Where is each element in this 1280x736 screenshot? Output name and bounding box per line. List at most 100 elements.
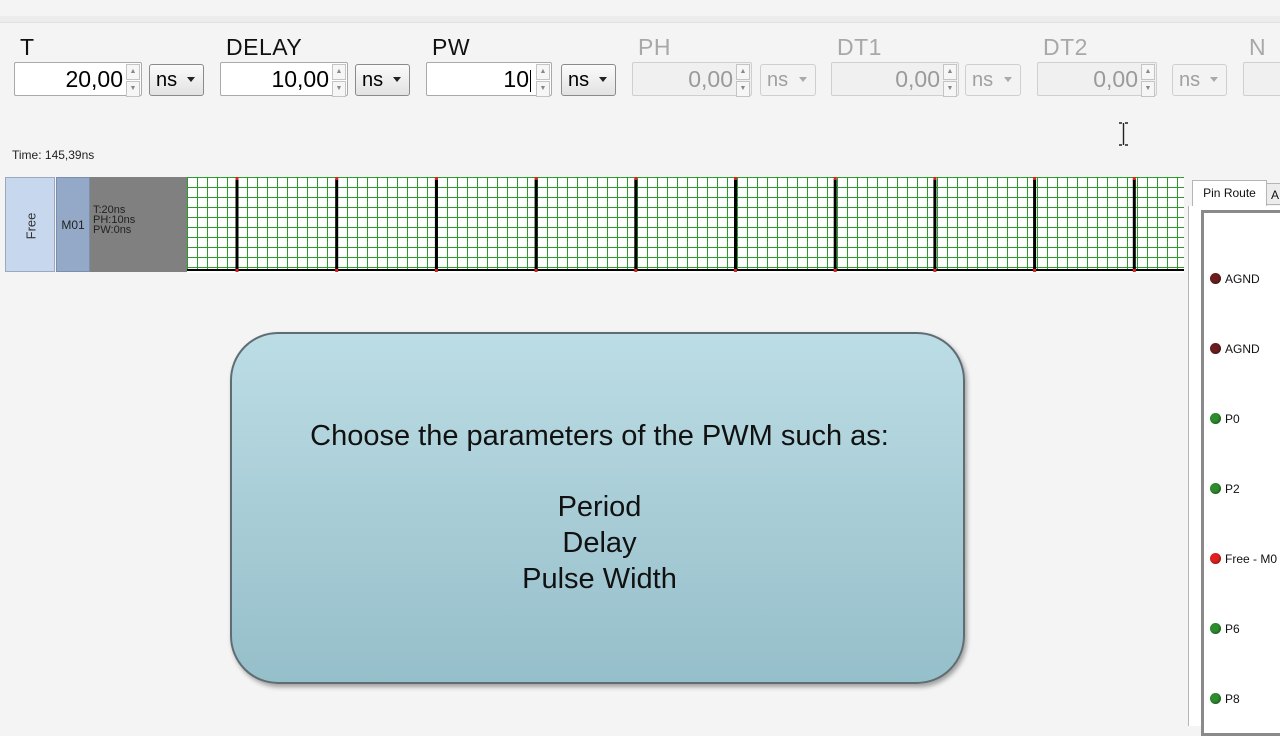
param-delay-spinbox[interactable]: 10,00 ▲ ▼ xyxy=(220,62,348,97)
param-dt2-label: DT2 xyxy=(1043,34,1088,60)
waveform-pulse-marker xyxy=(235,177,239,180)
waveform-pulse-marker xyxy=(534,269,538,272)
pin-dot-icon xyxy=(1210,343,1221,355)
param-delay-unit-select[interactable]: ns xyxy=(355,64,410,96)
param-ph: PH 0,00 ▲ ▼ ns xyxy=(632,30,832,104)
waveform-pulse-marker xyxy=(634,177,638,180)
pin-label: P2 xyxy=(1225,481,1240,496)
spin-down-icon[interactable]: ▼ xyxy=(536,81,550,97)
spin-up-icon: ▲ xyxy=(943,64,957,80)
param-ph-spinbox: 0,00 ▲ ▼ xyxy=(632,62,752,97)
param-pw-value-wrap[interactable]: 10 xyxy=(503,63,531,95)
param-t: T 20,00 ▲ ▼ ns xyxy=(14,30,214,104)
pin-label: AGND xyxy=(1225,271,1260,286)
param-ph-label: PH xyxy=(638,34,671,60)
waveform-grid[interactable] xyxy=(187,177,1184,273)
param-t-spin-arrows[interactable]: ▲ ▼ xyxy=(126,64,140,97)
waveform-pulse-marker xyxy=(335,177,339,180)
param-pw-unit: ns xyxy=(568,69,590,91)
spin-up-icon[interactable]: ▲ xyxy=(536,64,550,80)
param-t-label: T xyxy=(20,34,35,60)
pin-item[interactable]: P2 xyxy=(1210,481,1240,497)
waveform-pulse-marker xyxy=(734,269,737,272)
chevron-down-icon xyxy=(1004,77,1012,82)
side-panel: Pin Route A AGND AGND P0 P2 Free - M0 P6… xyxy=(1188,176,1280,736)
waveform-pulse-marker xyxy=(933,269,937,272)
tab-pin-route[interactable]: Pin Route xyxy=(1192,180,1267,207)
timeline-free-block[interactable]: Free xyxy=(5,177,55,272)
pin-dot-icon xyxy=(1210,623,1221,635)
param-dt1-spin-arrows: ▲ ▼ xyxy=(943,64,957,97)
spin-up-icon[interactable]: ▲ xyxy=(126,64,140,80)
param-dt2-spinbox: 0,00 ▲ ▼ xyxy=(1037,62,1157,97)
waveform-pulse-marker xyxy=(1033,269,1037,272)
time-readout: Time: 145,39ns xyxy=(12,148,95,162)
param-ph-unit: ns xyxy=(767,69,789,91)
timeline-free-label: Free xyxy=(23,212,39,240)
spin-down-icon[interactable]: ▼ xyxy=(126,81,140,97)
param-delay-spin-arrows[interactable]: ▲ ▼ xyxy=(332,64,346,97)
waveform-pulse-marker xyxy=(1132,177,1136,180)
waveform-pulse-marker xyxy=(734,177,737,180)
waveform-pulse-marker xyxy=(1132,269,1136,272)
param-dt1-label: DT1 xyxy=(837,34,882,60)
param-dt1: DT1 0,00 ▲ ▼ ns xyxy=(831,30,1031,104)
param-t-value[interactable]: 20,00 xyxy=(65,63,123,95)
param-pw-unit-select[interactable]: ns xyxy=(561,64,616,96)
timeline-info-block[interactable]: T:20ns PH:10ns PW:0ns xyxy=(90,177,187,272)
pin-item[interactable]: P0 xyxy=(1210,411,1240,427)
pin-item[interactable]: P6 xyxy=(1210,621,1240,637)
param-pw-spinbox[interactable]: 10 ▲ ▼ xyxy=(426,62,552,97)
spin-down-icon[interactable]: ▼ xyxy=(332,81,346,97)
waveform-pulse-marker xyxy=(434,177,438,180)
param-dt2-value: 0,00 xyxy=(1093,66,1138,92)
spin-up-icon: ▲ xyxy=(736,64,750,80)
chevron-down-icon xyxy=(393,77,401,82)
timeline-module-label: M01 xyxy=(61,218,85,232)
param-pw-value[interactable]: 10 xyxy=(503,66,529,92)
pin-label: P6 xyxy=(1225,621,1240,636)
param-t-spinbox[interactable]: 20,00 ▲ ▼ xyxy=(14,62,142,97)
param-ph-unit-select: ns xyxy=(760,64,816,96)
param-delay: DELAY 10,00 ▲ ▼ ns xyxy=(220,30,420,104)
chevron-down-icon xyxy=(187,77,195,82)
param-dt1-value: 0,00 xyxy=(895,66,940,92)
param-delay-unit: ns xyxy=(362,69,384,91)
ibeam-cursor-icon xyxy=(1119,122,1128,146)
waveform-pulse-marker xyxy=(434,269,438,272)
pin-dot-icon xyxy=(1210,553,1221,565)
param-dt2: DT2 0,00 ▲ ▼ ns xyxy=(1037,30,1237,104)
timeline-module-block[interactable]: M01 xyxy=(56,177,90,272)
pin-item[interactable]: AGND xyxy=(1210,271,1260,287)
param-delay-value[interactable]: 10,00 xyxy=(271,63,329,95)
chevron-down-icon xyxy=(1210,77,1218,82)
param-dt1-unit: ns xyxy=(972,69,994,91)
callout-item-period: Period xyxy=(557,491,642,523)
waveform-pulse-marker xyxy=(1033,177,1037,180)
pin-dot-icon xyxy=(1210,273,1221,285)
tab-second[interactable]: A xyxy=(1266,183,1280,205)
pin-item[interactable]: Free - M0 xyxy=(1210,551,1277,567)
waveform-pulse-marker xyxy=(933,177,937,180)
callout-item-delay: Delay xyxy=(562,527,637,559)
pin-dot-icon xyxy=(1210,483,1221,495)
param-dt2-spin-arrows: ▲ ▼ xyxy=(1141,64,1155,97)
param-pw-spin-arrows[interactable]: ▲ ▼ xyxy=(536,64,550,97)
param-t-unit-select[interactable]: ns xyxy=(149,64,204,96)
param-t-unit: ns xyxy=(156,69,178,91)
pin-label: AGND xyxy=(1225,341,1260,356)
waveform-pulse-marker xyxy=(534,177,538,180)
pin-label: P0 xyxy=(1225,411,1240,426)
pin-dot-icon xyxy=(1210,413,1221,425)
pin-item[interactable]: P8 xyxy=(1210,691,1240,707)
text-caret xyxy=(530,69,531,92)
callout-heading: Choose the parameters of the PWM such as… xyxy=(310,420,889,452)
pin-route-panel: AGND AGND P0 P2 Free - M0 P6 P8 xyxy=(1188,206,1280,736)
pin-item[interactable]: AGND xyxy=(1210,341,1260,357)
pin-label: Free - M0 xyxy=(1225,551,1278,566)
waveform-pulse-marker xyxy=(833,269,837,272)
param-pw: PW 10 ▲ ▼ ns xyxy=(426,30,626,104)
spin-up-icon[interactable]: ▲ xyxy=(332,64,346,80)
pin-dot-icon xyxy=(1210,693,1221,705)
param-delay-label: DELAY xyxy=(226,34,303,60)
